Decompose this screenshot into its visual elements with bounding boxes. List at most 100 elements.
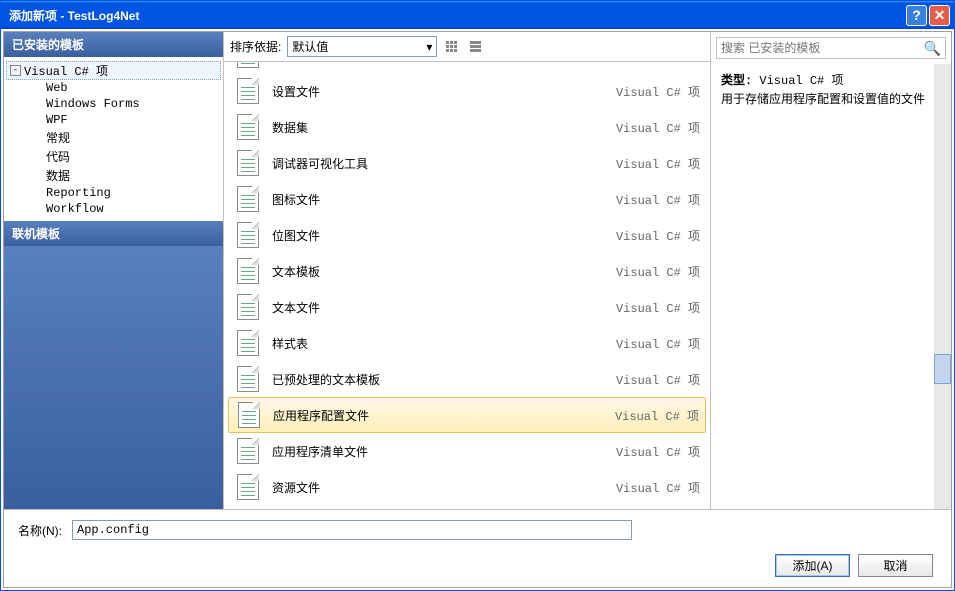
window-title: 添加新项 - TestLog4Net — [5, 7, 904, 24]
main-area: 已安装的模板 - Visual C# 项 WebWindows FormsWPF… — [4, 32, 951, 509]
template-item[interactable]: 文本模板 Visual C# 项 — [228, 253, 706, 289]
template-icon — [234, 437, 262, 465]
template-type: Visual C# 项 — [616, 299, 700, 316]
grid-icon — [446, 41, 457, 52]
template-icon — [234, 365, 262, 393]
template-name: 设置文件 — [272, 83, 616, 100]
template-name: 样式表 — [272, 335, 616, 352]
template-icon — [234, 257, 262, 285]
tree-child-item[interactable]: Reporting — [6, 185, 221, 201]
template-type: Visual C# 项 — [616, 371, 700, 388]
tree-child-item[interactable]: 数据 — [6, 166, 221, 185]
close-button[interactable]: ✕ — [929, 5, 950, 26]
sort-dropdown[interactable]: 默认值 ▾ — [287, 36, 437, 57]
template-item[interactable]: 文本文件 Visual C# 项 — [228, 289, 706, 325]
template-icon — [234, 149, 262, 177]
template-item[interactable]: 设置文件 Visual C# 项 — [228, 73, 706, 109]
search-input[interactable] — [721, 41, 924, 55]
titlebar[interactable]: 添加新项 - TestLog4Net ? ✕ — [1, 1, 954, 29]
template-type: Visual C# 项 — [616, 191, 700, 208]
cancel-button[interactable]: 取消 — [858, 554, 933, 577]
template-icon — [234, 293, 262, 321]
template-icon — [234, 77, 262, 105]
tree-child-item[interactable]: WPF — [6, 112, 221, 128]
template-name: 数据集 — [272, 119, 616, 136]
installed-templates-header: 已安装的模板 — [4, 32, 223, 57]
sort-value: 默认值 — [292, 38, 328, 55]
name-row: 名称(N): — [18, 520, 937, 540]
template-item[interactable]: 图标文件 Visual C# 项 — [228, 181, 706, 217]
template-name: 应用程序配置文件 — [273, 407, 615, 424]
template-tree[interactable]: - Visual C# 项 WebWindows FormsWPF常规代码数据R… — [4, 57, 223, 221]
template-item[interactable]: 资源文件 Visual C# 项 — [228, 469, 706, 505]
tree-label: Visual C# 项 — [24, 62, 108, 79]
center-pane: 排序依据: 默认值 ▾ 类图 Visual C# 项 设置文件 Visual C… — [224, 32, 711, 509]
tree-root-csharp[interactable]: - Visual C# 项 — [6, 61, 221, 80]
template-name: 应用程序清单文件 — [272, 443, 616, 460]
left-fill — [4, 246, 223, 509]
detail-pane: 类型: Visual C# 项 用于存储应用程序配置和设置值的文件 — [711, 64, 951, 509]
template-icon — [234, 113, 262, 141]
template-name: 文本文件 — [272, 299, 616, 316]
template-item[interactable]: 位图文件 Visual C# 项 — [228, 217, 706, 253]
template-type: Visual C# 项 — [615, 407, 699, 424]
template-type: Visual C# 项 — [616, 443, 700, 460]
name-label: 名称(N): — [18, 522, 62, 539]
detail-scrollbar[interactable] — [934, 64, 951, 509]
template-type: Visual C# 项 — [616, 479, 700, 496]
template-name: 已预处理的文本模板 — [272, 371, 616, 388]
template-name: 调试器可视化工具 — [272, 155, 616, 172]
template-type: Visual C# 项 — [616, 119, 700, 136]
template-item[interactable]: 类图 Visual C# 项 — [228, 62, 706, 73]
description-text: 用于存储应用程序配置和设置值的文件 — [721, 91, 941, 110]
type-value: Visual C# 项 — [759, 74, 843, 88]
view-list-button[interactable] — [465, 37, 485, 57]
template-type: Visual C# 项 — [616, 62, 700, 64]
view-small-icons-button[interactable] — [441, 37, 461, 57]
button-row: 添加(A) 取消 — [18, 554, 937, 577]
template-item[interactable]: 已预处理的文本模板 Visual C# 项 — [228, 361, 706, 397]
right-pane: 🔍 类型: Visual C# 项 用于存储应用程序配置和设置值的文件 — [711, 32, 951, 509]
dialog-body: 已安装的模板 - Visual C# 项 WebWindows FormsWPF… — [3, 31, 952, 588]
add-button[interactable]: 添加(A) — [775, 554, 850, 577]
online-templates-header[interactable]: 联机模板 — [4, 221, 223, 246]
center-toolbar: 排序依据: 默认值 ▾ — [224, 32, 710, 62]
tree-child-item[interactable]: Workflow — [6, 201, 221, 217]
template-type: Visual C# 项 — [616, 335, 700, 352]
template-name: 资源文件 — [272, 479, 616, 496]
scroll-thumb[interactable] — [934, 354, 951, 384]
help-button[interactable]: ? — [906, 5, 927, 26]
template-icon — [234, 62, 262, 69]
bottom-bar: 名称(N): 添加(A) 取消 — [4, 509, 951, 587]
template-item[interactable]: 调试器可视化工具 Visual C# 项 — [228, 145, 706, 181]
list-icon — [470, 41, 481, 52]
template-icon — [234, 473, 262, 501]
template-type: Visual C# 项 — [616, 263, 700, 280]
tree-child-item[interactable]: Web — [6, 80, 221, 96]
tree-child-item[interactable]: 代码 — [6, 147, 221, 166]
template-name: 图标文件 — [272, 191, 616, 208]
search-icon[interactable]: 🔍 — [924, 40, 941, 57]
template-name: 类图 — [272, 62, 616, 64]
template-item[interactable]: 样式表 Visual C# 项 — [228, 325, 706, 361]
filename-input[interactable] — [72, 520, 632, 540]
left-pane: 已安装的模板 - Visual C# 项 WebWindows FormsWPF… — [4, 32, 224, 509]
template-type: Visual C# 项 — [616, 227, 700, 244]
tree-child-item[interactable]: 常规 — [6, 128, 221, 147]
template-name: 文本模板 — [272, 263, 616, 280]
template-item[interactable]: 数据集 Visual C# 项 — [228, 109, 706, 145]
template-item[interactable]: 应用程序配置文件 Visual C# 项 — [228, 397, 706, 433]
tree-child-item[interactable]: Windows Forms — [6, 96, 221, 112]
template-item[interactable]: 应用程序清单文件 Visual C# 项 — [228, 433, 706, 469]
template-icon — [234, 185, 262, 213]
template-list[interactable]: 类图 Visual C# 项 设置文件 Visual C# 项 数据集 Visu… — [224, 62, 710, 509]
template-icon — [234, 329, 262, 357]
template-type: Visual C# 项 — [616, 83, 700, 100]
type-label: 类型: — [721, 74, 752, 88]
search-box[interactable]: 🔍 — [716, 37, 946, 59]
template-type: Visual C# 项 — [616, 155, 700, 172]
dialog-window: 添加新项 - TestLog4Net ? ✕ 已安装的模板 - Visual C… — [0, 0, 955, 591]
template-icon — [235, 401, 263, 429]
collapse-icon[interactable]: - — [10, 65, 21, 76]
template-icon — [234, 221, 262, 249]
